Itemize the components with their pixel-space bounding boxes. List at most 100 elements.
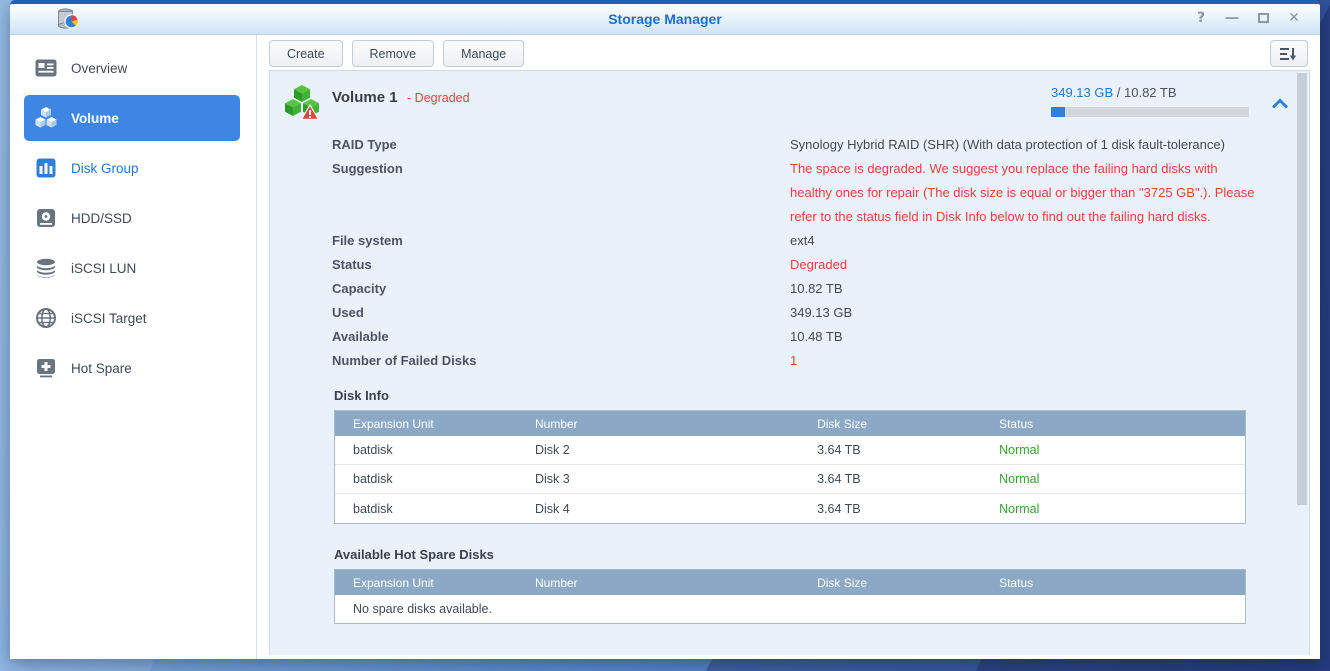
usage-bar-fill xyxy=(1051,107,1065,117)
field-label: Used xyxy=(332,301,790,325)
sidebar-item-label: Disk Group xyxy=(71,161,139,176)
cell-status: Normal xyxy=(981,472,1245,486)
disk-info-title: Disk Info xyxy=(334,388,1246,403)
column-header[interactable]: Number xyxy=(517,417,799,431)
field-label: Capacity xyxy=(332,277,790,301)
sidebar-item-label: iSCSI Target xyxy=(71,311,147,326)
content-area: Create Remove Manage xyxy=(257,35,1320,659)
volume-icon xyxy=(34,106,58,130)
sidebar-item-label: iSCSI LUN xyxy=(71,261,136,276)
field-value: ext4 xyxy=(790,229,1262,253)
hot-spare-title: Available Hot Spare Disks xyxy=(334,547,1246,562)
volume-details: RAID Type Synology Hybrid RAID (SHR) (Wi… xyxy=(332,133,1309,373)
field-row-file-system: File system ext4 xyxy=(332,229,1309,253)
overview-icon xyxy=(34,56,58,80)
usage-text: 349.13 GB / 10.82 TB xyxy=(1051,85,1249,100)
storage-manager-window: Storage Manager ? — ✕ Over xyxy=(10,0,1320,659)
hot-spare-section: Available Hot Spare Disks Expansion Unit… xyxy=(334,547,1246,624)
sidebar-item-hdd-ssd[interactable]: HDD/SSD xyxy=(24,195,240,241)
volume-header[interactable]: Volume 1 - Degraded 349.13 GB / 10.82 TB xyxy=(270,71,1309,123)
field-label: Number of Failed Disks xyxy=(332,349,790,373)
hot-spare-icon xyxy=(34,356,58,380)
cell-status: Normal xyxy=(981,502,1245,516)
create-button[interactable]: Create xyxy=(269,40,343,67)
hot-spare-table: Expansion Unit Number Disk Size Status N… xyxy=(334,569,1246,624)
usage-bar xyxy=(1051,107,1249,117)
minimize-icon[interactable]: — xyxy=(1224,9,1240,27)
chevron-up-icon xyxy=(1271,98,1289,110)
field-value: 1 xyxy=(790,349,1262,373)
field-label: Available xyxy=(332,325,790,349)
column-header[interactable]: Status xyxy=(981,417,1245,431)
sidebar-item-volume[interactable]: Volume xyxy=(24,95,240,141)
volume-usage: 349.13 GB / 10.82 TB xyxy=(1051,81,1249,117)
column-header[interactable]: Expansion Unit xyxy=(335,417,517,431)
sort-button[interactable] xyxy=(1270,40,1308,67)
volume-panel: Volume 1 - Degraded 349.13 GB / 10.82 TB xyxy=(269,70,1310,655)
help-icon[interactable]: ? xyxy=(1193,9,1209,27)
hdd-ssd-icon xyxy=(34,206,58,230)
column-header[interactable]: Disk Size xyxy=(799,576,981,590)
field-row-status: Status Degraded xyxy=(332,253,1309,277)
volume-degraded-icon xyxy=(284,83,320,121)
disk-info-section: Disk Info Expansion Unit Number Disk Siz… xyxy=(334,388,1246,524)
usage-total: 10.82 TB xyxy=(1124,85,1177,100)
empty-message: No spare disks available. xyxy=(335,602,492,616)
cell-status: Normal xyxy=(981,443,1245,457)
iscsi-target-icon xyxy=(34,306,58,330)
usage-separator: / xyxy=(1113,85,1124,100)
field-value: 10.48 TB xyxy=(790,325,1262,349)
column-header[interactable]: Number xyxy=(517,576,799,590)
main-area: Overview xyxy=(10,35,1320,659)
iscsi-lun-icon xyxy=(34,256,58,280)
field-row-capacity: Capacity 10.82 TB xyxy=(332,277,1309,301)
column-header[interactable]: Expansion Unit xyxy=(335,576,517,590)
vertical-scrollbar[interactable] xyxy=(1297,73,1307,655)
field-value: 10.82 TB xyxy=(790,277,1262,301)
disk-info-table: Expansion Unit Number Disk Size Status b… xyxy=(334,410,1246,524)
sidebar-item-label: Hot Spare xyxy=(71,361,132,376)
cell-expansion-unit: batdisk xyxy=(335,472,517,486)
field-label: Suggestion xyxy=(332,157,790,229)
field-row-raid-type: RAID Type Synology Hybrid RAID (SHR) (Wi… xyxy=(332,133,1309,157)
sidebar-item-iscsi-target[interactable]: iSCSI Target xyxy=(24,295,240,341)
field-label: File system xyxy=(332,229,790,253)
cell-disk-size: 3.64 TB xyxy=(799,472,981,486)
field-label: RAID Type xyxy=(332,133,790,157)
sidebar-item-hot-spare[interactable]: Hot Spare xyxy=(24,345,240,391)
disk-group-icon xyxy=(34,156,58,180)
field-row-failed-disks: Number of Failed Disks 1 xyxy=(332,349,1309,373)
column-header[interactable]: Disk Size xyxy=(799,417,981,431)
column-header[interactable]: Status xyxy=(981,576,1245,590)
field-value: 349.13 GB xyxy=(790,301,1262,325)
sidebar-item-overview[interactable]: Overview xyxy=(24,45,240,91)
field-value: The space is degraded. We suggest you re… xyxy=(790,157,1262,229)
empty-message-row: No spare disks available. xyxy=(335,595,1245,623)
field-label: Status xyxy=(332,253,790,277)
table-row[interactable]: batdisk Disk 4 3.64 TB Normal xyxy=(335,494,1245,523)
toolbar: Create Remove Manage xyxy=(257,35,1320,70)
usage-used: 349.13 GB xyxy=(1051,85,1113,100)
remove-button[interactable]: Remove xyxy=(352,40,435,67)
scrollbar-thumb[interactable] xyxy=(1297,73,1307,505)
manage-button[interactable]: Manage xyxy=(443,40,524,67)
cell-number: Disk 2 xyxy=(517,443,799,457)
field-row-available: Available 10.48 TB xyxy=(332,325,1309,349)
window-controls: ? — ✕ xyxy=(1193,9,1302,27)
maximize-icon[interactable] xyxy=(1255,9,1271,27)
desktop: { "window": { "title": "Storage Manager"… xyxy=(0,0,1330,671)
sidebar: Overview xyxy=(10,35,257,659)
sidebar-item-disk-group[interactable]: Disk Group xyxy=(24,145,240,191)
table-header-row: Expansion Unit Number Disk Size Status xyxy=(335,411,1245,436)
close-icon[interactable]: ✕ xyxy=(1286,9,1302,27)
table-row[interactable]: batdisk Disk 2 3.64 TB Normal xyxy=(335,436,1245,465)
sidebar-item-iscsi-lun[interactable]: iSCSI LUN xyxy=(24,245,240,291)
sort-descending-icon xyxy=(1280,47,1298,61)
field-value: Degraded xyxy=(790,253,1262,277)
titlebar: Storage Manager ? — ✕ xyxy=(10,4,1320,35)
table-row[interactable]: batdisk Disk 3 3.64 TB Normal xyxy=(335,465,1245,494)
sidebar-item-label: Volume xyxy=(71,111,119,126)
sidebar-item-label: Overview xyxy=(71,61,127,76)
sidebar-item-label: HDD/SSD xyxy=(71,211,132,226)
collapse-button[interactable] xyxy=(1271,97,1291,113)
